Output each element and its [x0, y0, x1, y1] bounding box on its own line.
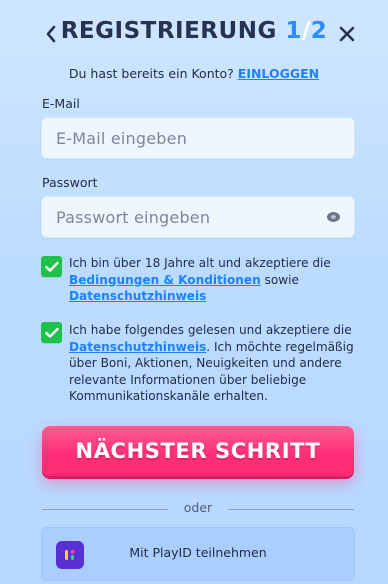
divider-label: oder	[183, 500, 213, 515]
consent1-text-mid: sowie	[260, 272, 299, 287]
age-terms-checkbox[interactable]	[41, 256, 62, 277]
page-title: REGISTRIERUNG 1/2	[0, 18, 388, 44]
playid-label: Mit PlayID teilnehmen	[129, 545, 267, 560]
password-field[interactable]: Passwort eingeben	[41, 196, 355, 238]
step-current: 1	[285, 18, 302, 44]
close-icon	[339, 26, 355, 42]
terms-link[interactable]: Bedingungen & Konditionen	[69, 273, 261, 287]
title-text: REGISTRIERUNG	[60, 18, 286, 44]
step-total: 2	[310, 18, 328, 44]
checkmark-icon	[44, 327, 59, 338]
privacy-link[interactable]: Datenschutzhinweis	[69, 340, 206, 354]
next-step-label: NÄCHSTER SCHRITT	[75, 439, 321, 463]
divider: oder	[42, 500, 354, 518]
login-question: Du hast bereits ein Konto?	[68, 66, 238, 81]
eye-icon[interactable]	[327, 212, 340, 222]
login-link[interactable]: EINLOGGEN	[238, 66, 319, 81]
login-prompt: Du hast bereits ein Konto? EINLOGGEN	[0, 66, 388, 81]
email-field[interactable]: E-Mail eingeben	[41, 117, 355, 159]
consent1-text-before: Ich bin über 18 Jahre alt und akzeptiere…	[69, 256, 331, 270]
playid-button[interactable]: Mit PlayID teilnehmen	[41, 527, 355, 581]
privacy-link[interactable]: Datenschutzhinweis	[69, 289, 206, 303]
email-placeholder: E-Mail eingeben	[56, 128, 188, 148]
consent2-text-before: Ich habe folgendes gelesen und akzeptier…	[69, 323, 352, 337]
top-bar: REGISTRIERUNG 1/2	[0, 0, 388, 70]
email-label: E-Mail	[42, 96, 80, 111]
close-button[interactable]	[332, 19, 362, 49]
next-step-button[interactable]: NÄCHSTER SCHRITT	[42, 426, 354, 476]
marketing-checkbox[interactable]	[41, 322, 62, 343]
password-label: Passwort	[42, 175, 98, 190]
age-terms-text: Ich bin über 18 Jahre alt und akzeptiere…	[69, 255, 359, 305]
checkmark-icon	[44, 261, 59, 272]
password-placeholder: Passwort eingeben	[56, 207, 211, 227]
step-separator: /	[301, 18, 311, 44]
marketing-text: Ich habe folgendes gelesen und akzeptier…	[69, 322, 359, 405]
